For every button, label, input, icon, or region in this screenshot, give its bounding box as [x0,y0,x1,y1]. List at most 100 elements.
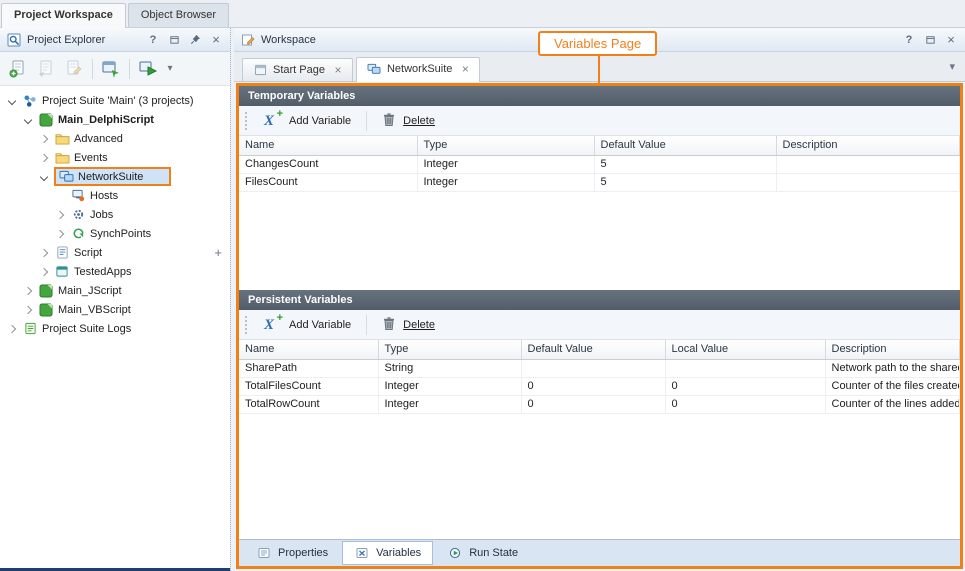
close-tab-icon[interactable] [333,63,343,77]
expander-closed-icon[interactable] [54,228,66,240]
cell-type[interactable]: String [378,359,521,377]
help-icon[interactable] [145,32,161,48]
tab-properties[interactable]: Properties [244,541,340,565]
cell-type[interactable]: Integer [417,173,594,191]
tab-variables[interactable]: Variables [342,541,433,565]
tree-item-label: Jobs [90,209,113,221]
tab-label: Variables [376,547,421,559]
persistent-variables-table: Name Type Default Value Local Value Desc… [239,340,960,539]
testedapps-icon [54,265,70,279]
cell-type[interactable]: Integer [417,155,594,173]
float-window-icon[interactable] [166,32,182,48]
delete-variable-button[interactable]: Delete [375,110,442,132]
expander-closed-icon[interactable] [38,133,50,145]
variables-icon [354,546,370,560]
tab-object-browser[interactable]: Object Browser [128,3,229,27]
expander-closed-icon[interactable] [38,152,50,164]
table-row[interactable]: ChangesCount Integer 5 [239,155,960,173]
tree-item-main-jscript[interactable]: Main_JScript [0,281,230,300]
pin-icon[interactable] [187,32,203,48]
delete-variable-button[interactable]: Delete [375,314,442,336]
cell-description[interactable]: Counter of the lines added to [825,395,960,413]
close-panel-icon[interactable] [208,32,224,48]
cell-name[interactable]: SharePath [239,359,378,377]
add-variable-icon: X [264,113,282,129]
expander-closed-icon[interactable] [54,209,66,221]
cell-type[interactable]: Integer [378,377,521,395]
cell-name[interactable]: FilesCount [239,173,417,191]
tree-item-advanced[interactable]: Advanced [0,129,230,148]
column-header[interactable]: Default Value [594,136,776,155]
cell-default-value[interactable]: 0 [521,377,665,395]
cell-name[interactable]: TotalRowCount [239,395,378,413]
cell-type[interactable]: Integer [378,395,521,413]
variables-page-callout: Variables Page [538,31,657,56]
tree-item-main-delphiscript[interactable]: Main_DelphiScript [0,110,230,129]
expander-closed-icon[interactable] [38,247,50,259]
column-header[interactable]: Local Value [665,340,825,359]
column-header[interactable]: Default Value [521,340,665,359]
table-row[interactable]: FilesCount Integer 5 [239,173,960,191]
column-header[interactable]: Description [825,340,960,359]
add-variable-button[interactable]: X Add Variable [257,111,358,131]
expander-closed-icon[interactable] [22,285,34,297]
cell-default-value[interactable] [521,359,665,377]
expander-open-icon[interactable] [6,95,18,107]
expander-closed-icon[interactable] [22,304,34,316]
table-row[interactable]: TotalRowCount Integer 0 0 Counter of the… [239,395,960,413]
edit-item-button[interactable] [61,56,87,82]
cell-description[interactable]: Counter of the files created. [825,377,960,395]
doc-tab-networksuite[interactable]: NetworkSuite [356,57,480,82]
cell-default-value[interactable]: 5 [594,173,776,191]
table-row[interactable]: SharePath String Network path to the sha… [239,359,960,377]
cell-local-value[interactable] [665,359,825,377]
add-variable-button[interactable]: X Add Variable [257,315,358,335]
jobs-icon [70,208,86,222]
cell-default-value[interactable]: 0 [521,395,665,413]
tree-item-project-suite-main[interactable]: Project Suite 'Main' (3 projects) [0,91,230,110]
column-header[interactable]: Name [239,340,378,359]
doc-tab-start-page[interactable]: Start Page [242,58,353,81]
expander-closed-icon[interactable] [6,323,18,335]
cell-name[interactable]: TotalFilesCount [239,377,378,395]
expander-open-icon[interactable] [38,171,50,183]
tab-list-caret-icon[interactable] [949,60,955,73]
expander-open-icon[interactable] [22,114,34,126]
add-script-unit-button[interactable]: + [214,245,222,260]
cell-name[interactable]: ChangesCount [239,155,417,173]
tree-item-jobs[interactable]: Jobs [0,205,230,224]
column-header[interactable]: Name [239,136,417,155]
tree-item-project-suite-logs[interactable]: Project Suite Logs [0,319,230,338]
tab-run-state[interactable]: Run State [435,541,530,565]
column-header[interactable]: Type [417,136,594,155]
cell-local-value[interactable]: 0 [665,377,825,395]
workspace-tab-bar: Project Workspace Object Browser [0,0,965,28]
run-project-button[interactable] [135,56,161,82]
tree-item-networksuite[interactable]: NetworkSuite [0,167,230,186]
column-header[interactable]: Description [776,136,960,155]
tree-item-hosts[interactable]: Hosts [0,186,230,205]
run-panel-button[interactable] [98,56,124,82]
column-header[interactable]: Type [378,340,521,359]
tree-item-synchpoints[interactable]: SynchPoints [0,224,230,243]
table-row[interactable]: TotalFilesCount Integer 0 0 Counter of t… [239,377,960,395]
float-window-icon[interactable] [922,32,938,48]
cell-description[interactable] [776,155,960,173]
cell-local-value[interactable]: 0 [665,395,825,413]
close-tab-icon[interactable] [460,62,470,76]
temporary-variables-section: Temporary Variables X Add Variable Delet… [239,86,960,290]
add-existing-item-button[interactable] [33,56,59,82]
tree-item-testedapps[interactable]: TestedApps [0,262,230,281]
cell-default-value[interactable]: 5 [594,155,776,173]
run-options-caret-icon[interactable] [163,56,177,82]
close-panel-icon[interactable] [943,32,959,48]
add-new-item-button[interactable] [5,56,31,82]
tree-item-script[interactable]: Script + [0,243,230,262]
tree-item-main-vbscript[interactable]: Main_VBScript [0,300,230,319]
cell-description[interactable] [776,173,960,191]
tab-project-workspace[interactable]: Project Workspace [1,3,126,28]
help-icon[interactable] [901,32,917,48]
expander-closed-icon[interactable] [38,266,50,278]
cell-description[interactable]: Network path to the shared f [825,359,960,377]
tree-item-events[interactable]: Events [0,148,230,167]
